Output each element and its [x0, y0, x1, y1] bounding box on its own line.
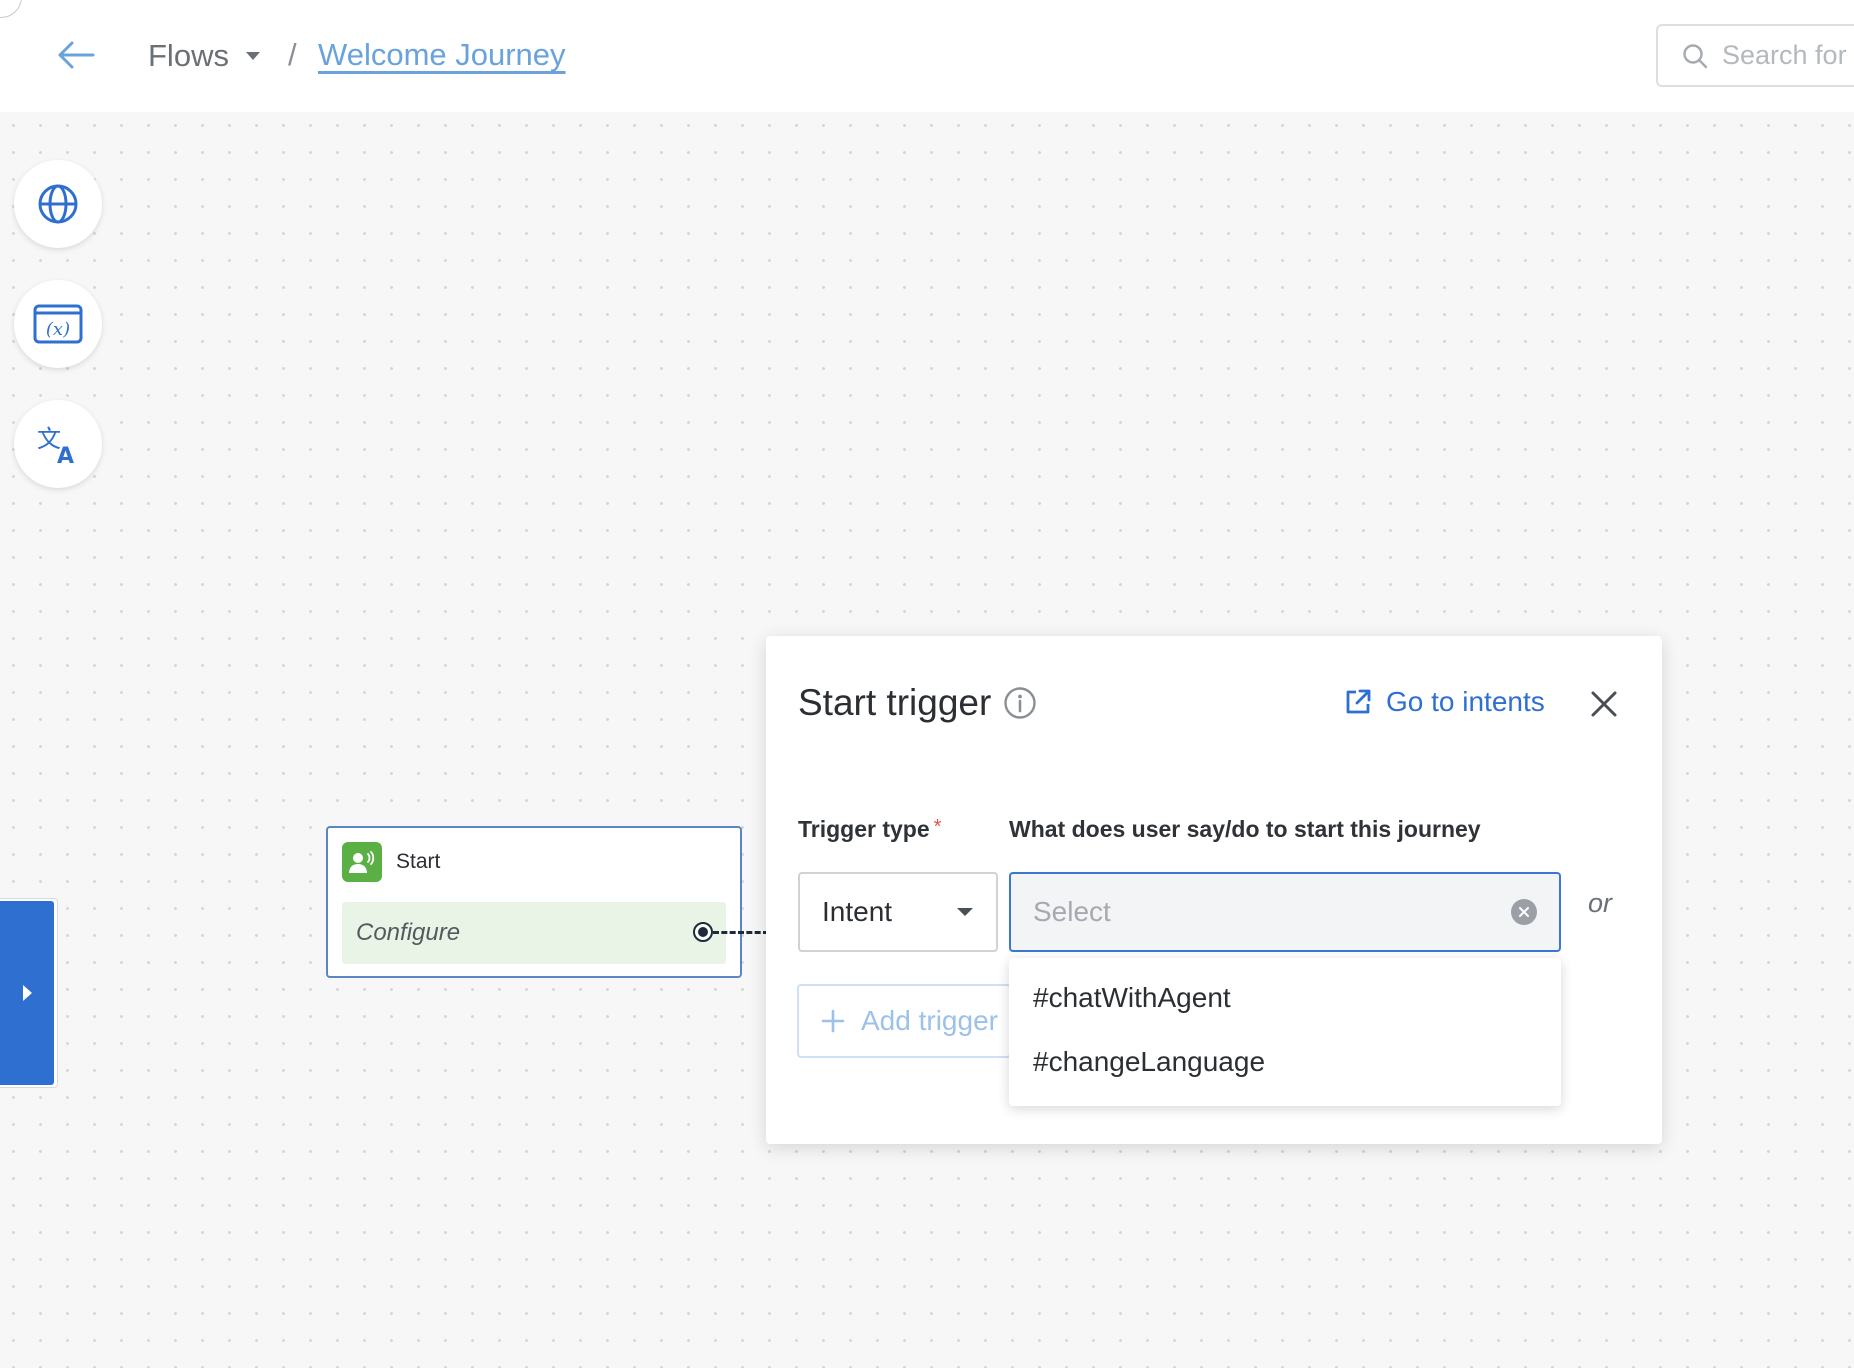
- trigger-type-value: Intent: [822, 896, 893, 927]
- dropdown-option[interactable]: #chatWithAgent: [1009, 966, 1561, 1030]
- search-box[interactable]: [1656, 24, 1854, 87]
- side-panel-toggle-inner[interactable]: [0, 901, 54, 1085]
- required-marker: *: [933, 816, 942, 838]
- clear-selection-button[interactable]: [1511, 899, 1537, 925]
- user-voice-icon: [349, 851, 375, 873]
- caret-right-icon: [23, 985, 32, 1001]
- variables-tool-button[interactable]: (x): [14, 280, 102, 368]
- start-node-output-port[interactable]: [693, 922, 713, 942]
- intent-select[interactable]: Select: [1009, 872, 1561, 952]
- corner-ring: [0, 0, 22, 18]
- arrow-left-icon: [58, 41, 95, 69]
- search-icon: [1683, 43, 1708, 68]
- translate-icon: 文 A: [37, 425, 74, 465]
- caret-down-icon: [245, 52, 260, 60]
- caret-down-icon: [957, 908, 973, 916]
- start-node[interactable]: Start Configure: [326, 826, 742, 978]
- breadcrumb-current[interactable]: Welcome Journey: [318, 37, 566, 73]
- svg-text:A: A: [57, 444, 74, 465]
- svg-text:(x): (x): [46, 319, 70, 340]
- trigger-type-select[interactable]: Intent: [798, 872, 998, 952]
- top-bar: Flows / Welcome Journey: [0, 0, 1854, 112]
- intent-question-label: What does user say/do to start this jour…: [1009, 816, 1481, 842]
- trigger-type-label-text: Trigger type: [798, 816, 930, 842]
- external-link-icon: [1346, 689, 1371, 714]
- dialog-title: Start trigger: [798, 682, 992, 723]
- variable-icon: (x): [33, 304, 83, 344]
- trigger-type-label: Trigger type *: [798, 816, 941, 843]
- close-icon: [1591, 691, 1617, 717]
- dialog-header: Start trigger: [798, 682, 1037, 724]
- clear-icon: [1519, 907, 1529, 917]
- back-button[interactable]: [52, 34, 100, 76]
- intent-dropdown-menu: #chatWithAgent #changeLanguage: [1009, 958, 1561, 1106]
- breadcrumb-flows-label: Flows: [148, 38, 229, 73]
- start-node-header: Start: [342, 842, 440, 882]
- add-trigger-button[interactable]: Add trigger: [797, 984, 1011, 1058]
- side-panel-toggle[interactable]: [0, 898, 58, 1088]
- start-trigger-dialog: Start trigger Go to intents Trigger type…: [766, 636, 1662, 1144]
- or-label: or: [1588, 888, 1613, 918]
- globe-tool-button[interactable]: [14, 160, 102, 248]
- start-node-icon: [342, 842, 382, 882]
- close-button[interactable]: [1584, 684, 1624, 724]
- search-input[interactable]: [1722, 40, 1854, 71]
- plus-icon: [821, 1009, 845, 1033]
- info-icon[interactable]: [1003, 686, 1037, 720]
- start-node-title: Start: [396, 850, 441, 873]
- intent-select-placeholder: Select: [1033, 896, 1111, 927]
- dropdown-option[interactable]: #changeLanguage: [1009, 1030, 1561, 1094]
- translate-tool-button[interactable]: 文 A: [14, 400, 102, 488]
- breadcrumb-separator: /: [288, 37, 297, 72]
- globe-icon: [38, 184, 78, 224]
- breadcrumb-flows[interactable]: Flows: [148, 37, 261, 75]
- connection-edge: [713, 931, 769, 934]
- configure-button[interactable]: Configure: [342, 902, 726, 964]
- go-to-intents-link[interactable]: Go to intents: [1344, 686, 1545, 718]
- go-to-intents-label: Go to intents: [1386, 686, 1545, 717]
- add-trigger-label: Add trigger: [861, 1005, 998, 1036]
